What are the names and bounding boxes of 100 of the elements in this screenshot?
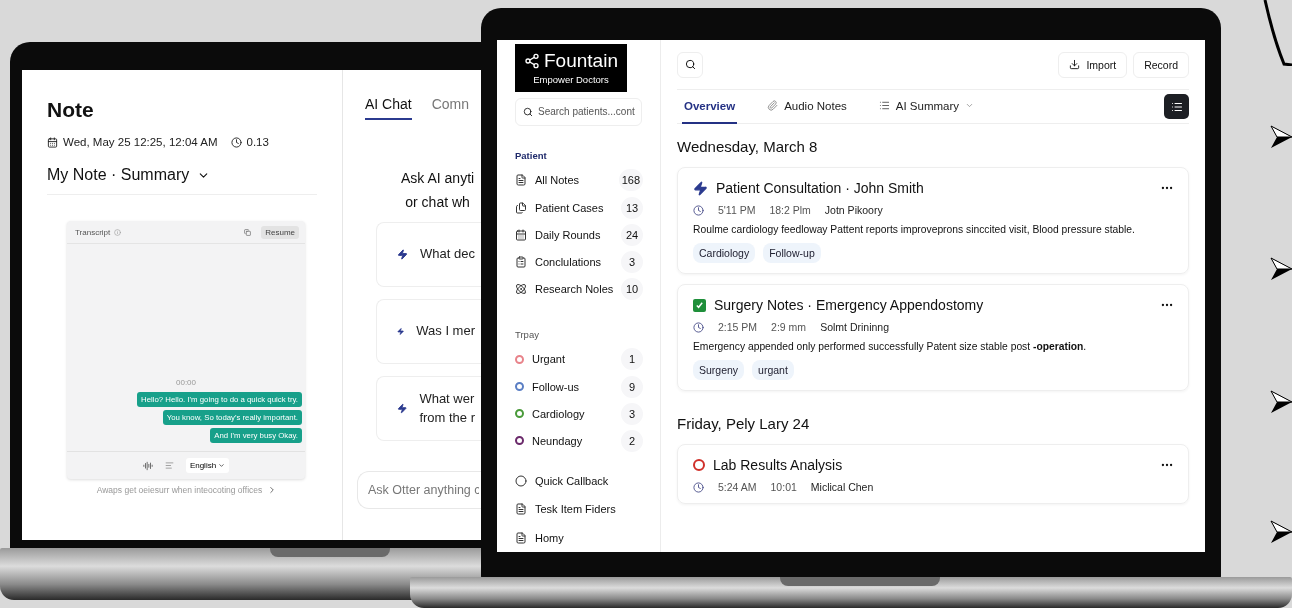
calendar-icon [47,136,58,148]
note-title: Patient Consultation · John Smith [716,180,925,196]
note-card[interactable]: Surgery Notes · Emergency Appendostomy 2:15 PM 2:9 mm Solmt Drininng Emergency appended only performed successfully Patent size stable post -operation. Surgeny urgant [677,284,1189,391]
info-icon [114,229,122,236]
download-icon [1069,59,1081,70]
note-card[interactable]: Patient Consultation · John Smith 5'11 PM 18:2 Plm Jotn Pikoory Roulme cardiology feedloway Pattent reports improveprons sinccited visit, Blood pressure stable. Cardiology Follow-up [677,167,1189,274]
note-time: 2:15 PM [718,321,758,333]
sidebar-item[interactable]: Cardiology [515,407,585,420]
arrowhead-icon [1270,390,1292,414]
sidebar-item[interactable]: Neundagy [515,434,583,447]
tab[interactable]: AI Summary [876,89,977,124]
bolt-icon [397,325,405,338]
count-badge: 9 [621,375,643,398]
sidebar-item[interactable]: All Notes [515,174,580,187]
clock-icon [693,321,704,333]
sidebar-item[interactable]: Daily Rounds [515,228,601,241]
chat-prompt: or chat wh [405,194,470,210]
count-badge: 3 [621,250,643,273]
note-summary: Emergency appended only performed successfully Patent size stable post -operation. [693,341,1088,352]
chevron-down-icon [965,101,975,110]
note-author: Jotn Pikoory [824,204,883,216]
tag: Cardiology [693,243,756,263]
toolbar-button[interactable]: Record [1133,51,1189,78]
suggestion-card[interactable]: Was I mer [376,299,481,364]
count-badge: 2 [621,429,643,452]
sidebar-item[interactable]: Research Noles [515,283,614,296]
count-badge: 168 [618,169,643,192]
clock-icon [693,481,704,493]
suggestion-card[interactable]: What dec [376,222,481,287]
note-time: 5'11 PM [718,204,756,216]
ring-icon [693,459,705,471]
note-card[interactable]: Lab Results Analysis 5:24 AM 10:01 Miclical Chen [677,444,1189,504]
count-badge: 24 [621,223,643,246]
chevron-down-icon [218,462,226,469]
search-icon [523,106,533,117]
tag: Surgeny [693,360,745,380]
caption-text: Awaps get oeiesurr when inteocoting offices [96,485,263,495]
brand-name: Fountain [544,50,618,73]
curved-stroke-drawing [1262,0,1292,66]
bolt-icon [397,402,408,415]
share-logo-icon [524,53,540,70]
note-title: Note [47,98,95,122]
menu-button[interactable] [1164,94,1189,119]
count-badge: 10 [621,278,643,301]
menu-icon [1170,100,1183,113]
sidebar-item[interactable]: Urgant [515,353,566,366]
brand-tagline: Empower Doctors [533,74,609,86]
timestamp: 00:00 [176,378,196,387]
sidebar-item[interactable]: Conclulations [515,255,602,268]
note-duration: 0.13 [246,136,269,148]
count-badge: 3 [621,402,643,425]
copy-icon[interactable] [244,229,252,236]
language-select[interactable]: English [185,458,230,473]
waveform-icon[interactable] [142,460,153,471]
search-button[interactable] [677,51,703,78]
bolt-icon [693,180,708,196]
note-title: Lab Results Analysis [713,457,844,473]
sidebar-item[interactable]: Follow-us [515,380,580,393]
summary-title: My Note · Summary [47,166,190,184]
toolbar-button[interactable]: Import [1058,51,1128,78]
count-badge: 1 [621,348,643,371]
tab[interactable]: Audio Notes [765,89,849,124]
day-heading: Wednesday, March 8 [677,138,819,155]
count-badge: 13 [621,196,643,219]
transcript-title: Transcript [75,228,111,237]
section-title: Trpay [515,328,540,340]
note-author: Solmt Drininng [820,321,889,333]
note-time: 5:24 AM [718,481,757,493]
tab[interactable]: Overview [682,89,738,124]
tag: urgant [752,360,794,380]
note-summary: Roulme cardiology feedloway Pattent reports improveprons sinccited visit, Blood pressure stable. [693,224,1136,235]
arrowhead-icon [1270,257,1292,281]
chat-tab[interactable]: AI Chat [365,96,412,120]
checkbox-icon [693,298,706,312]
tag: Follow-up [763,243,821,263]
note-duration: 10:01 [770,481,797,493]
note-date: Wed, May 25 12:25, 12:04 AM [63,136,218,148]
paperclip-icon [767,100,779,111]
sidebar-item[interactable]: Patient Cases [515,201,604,214]
list-icon [878,100,890,111]
bolt-icon [397,248,409,261]
clock-icon [693,204,704,216]
note-duration: 18:2 Plm [769,204,811,216]
arrowhead-icon [1270,520,1292,544]
note-author: Miclical Chen [810,481,874,493]
note-duration: 2:9 mm [771,321,807,333]
note-title: Surgery Notes · Emergency Appendostomy [714,297,985,313]
chat-prompt: Ask AI anyti [401,170,475,186]
resume-button[interactable]: Resume [261,226,299,239]
circle-icon [515,474,527,487]
sidebar-item[interactable]: Quick Callback [515,474,609,487]
suggestion-card[interactable]: What wer from the r [376,376,481,441]
sidebar-item[interactable]: Homy [515,531,564,544]
arrowhead-icon [1270,125,1292,149]
section-title: Patient [515,149,548,161]
sidebar-item[interactable]: Tesk Item Fiders [515,503,616,516]
chat-tab[interactable]: Comn [431,96,470,120]
search-icon [684,59,696,70]
day-heading: Friday, Pely Lary 24 [677,415,811,432]
search-field[interactable]: Search patients...cont [515,97,642,126]
